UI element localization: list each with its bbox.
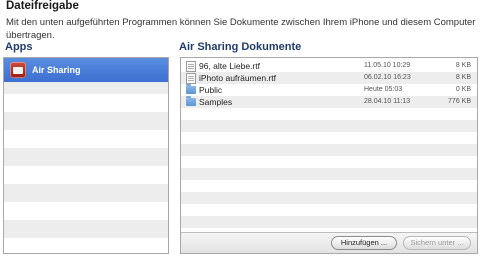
apps-list: Air Sharing bbox=[3, 57, 169, 254]
document-row[interactable]: 96, alte Liebe.rtf 11.05.10 10:29 8 KB bbox=[181, 60, 477, 72]
document-date: 28.04.10 11:13 bbox=[364, 98, 411, 105]
section-description: Mit den unten aufgeführten Programmen kö… bbox=[6, 17, 476, 41]
documents-panel: 96, alte Liebe.rtf 11.05.10 10:29 8 KB i… bbox=[180, 57, 478, 254]
document-name: iPhoto aufräumen.rtf bbox=[199, 73, 277, 83]
document-date: 06.02.10 16:23 bbox=[364, 74, 411, 81]
document-row[interactable]: Public Heute 05:03 0 KB bbox=[181, 84, 477, 96]
document-size: 776 KB bbox=[448, 98, 471, 105]
section-title: Dateifreigabe bbox=[6, 0, 79, 12]
document-row[interactable]: Samples 28.04.10 11:13 776 KB bbox=[181, 96, 477, 108]
app-item-air-sharing[interactable]: Air Sharing bbox=[4, 58, 168, 82]
documents-heading: Air Sharing Dokumente bbox=[179, 41, 302, 53]
apps-heading: Apps bbox=[5, 41, 33, 53]
folder-icon bbox=[186, 84, 196, 94]
document-date: Heute 05:03 bbox=[364, 86, 403, 93]
document-size: 8 KB bbox=[455, 74, 471, 81]
document-name: Samples bbox=[199, 97, 233, 107]
document-date: 11.05.10 10:29 bbox=[364, 62, 411, 69]
document-name: 96, alte Liebe.rtf bbox=[199, 61, 260, 71]
document-size: 8 KB bbox=[455, 62, 471, 69]
documents-button-bar: Hinzufügen ... Sichern unter ... bbox=[181, 232, 477, 253]
rtf-file-icon bbox=[186, 61, 196, 72]
save-as-button[interactable]: Sichern unter ... bbox=[403, 236, 471, 250]
app-item-label: Air Sharing bbox=[32, 65, 81, 75]
air-sharing-app-icon bbox=[10, 62, 26, 78]
rtf-file-icon bbox=[186, 73, 196, 84]
document-row[interactable]: iPhoto aufräumen.rtf 06.02.10 16:23 8 KB bbox=[181, 72, 477, 84]
document-size: 0 KB bbox=[455, 86, 471, 93]
add-button[interactable]: Hinzufügen ... bbox=[331, 236, 397, 250]
folder-icon bbox=[186, 96, 196, 106]
document-name: Public bbox=[199, 85, 223, 95]
documents-list: 96, alte Liebe.rtf 11.05.10 10:29 8 KB i… bbox=[181, 60, 477, 230]
